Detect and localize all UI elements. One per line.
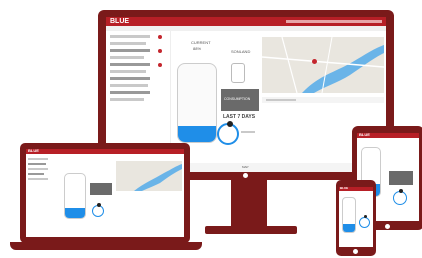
- sensor-label: SONLAND: [231, 49, 251, 54]
- phone-header: BLUE: [339, 187, 373, 191]
- phone-screen: BLUE: [339, 187, 373, 247]
- map-panel[interactable]: [262, 37, 384, 93]
- laptop-header: BLUE: [26, 149, 184, 154]
- status-badge: [158, 35, 162, 39]
- list-row[interactable]: [110, 91, 150, 94]
- laptop: BLUE: [20, 143, 190, 243]
- list-row[interactable]: [110, 98, 144, 101]
- gauge-needle-dot: [364, 215, 367, 218]
- list-row[interactable]: [110, 84, 148, 87]
- tank-vessel: [177, 63, 217, 143]
- consumption-panel: [90, 183, 112, 195]
- power-led: [243, 173, 248, 178]
- phone-tank: [342, 197, 356, 233]
- tank-water: [178, 126, 216, 142]
- status-badge: [158, 63, 162, 67]
- gauge-ring: [359, 217, 370, 228]
- home-button[interactable]: [353, 249, 358, 254]
- header-nav: [286, 20, 382, 23]
- list-row[interactable]: [110, 42, 146, 45]
- laptop-base: [10, 242, 202, 250]
- list-row[interactable]: [28, 173, 44, 175]
- tank-water: [65, 208, 85, 218]
- list-row[interactable]: [28, 158, 48, 160]
- tank-label: CURRENT: [191, 40, 211, 45]
- list-row[interactable]: [110, 70, 146, 73]
- list-row[interactable]: [110, 56, 144, 59]
- list-row[interactable]: [110, 77, 150, 80]
- consumption-label: CONSUMPTION: [224, 97, 251, 101]
- laptop-logo[interactable]: BLUE: [28, 149, 39, 153]
- list-row[interactable]: [28, 178, 48, 180]
- tank-level-text: 88%: [193, 46, 202, 51]
- consumption-panel: CONSUMPTION: [221, 89, 259, 111]
- device-list: [108, 33, 166, 118]
- map-panel[interactable]: [116, 161, 182, 191]
- tank-water: [343, 224, 355, 232]
- list-row[interactable]: [110, 63, 150, 66]
- monitor-base: [205, 226, 297, 234]
- map-svg: [262, 37, 384, 93]
- map-svg: [134, 164, 182, 191]
- phone-logo[interactable]: BLUE: [340, 187, 348, 190]
- map-pin-icon[interactable]: [312, 59, 317, 64]
- app-logo[interactable]: BLUE: [110, 18, 129, 25]
- laptop-tank: [64, 173, 86, 219]
- gauge-ring: [393, 191, 407, 205]
- list-row[interactable]: [110, 35, 150, 38]
- gauge-icon: [231, 63, 245, 83]
- tablet-header: BLUE: [357, 133, 419, 138]
- phone: BLUE: [336, 180, 376, 256]
- gauge-caption: [241, 131, 255, 133]
- gauge-needle-dot: [399, 189, 403, 193]
- list-row[interactable]: [28, 163, 46, 165]
- tablet-logo[interactable]: BLUE: [359, 133, 370, 137]
- list-row[interactable]: [28, 168, 48, 170]
- consumption-panel: [389, 171, 413, 185]
- laptop-screen: BLUE: [26, 149, 184, 237]
- gauge-needle-dot: [97, 203, 101, 207]
- gauge-needle-dot: [227, 121, 233, 127]
- app-header: BLUE: [106, 17, 386, 26]
- monitor-stand: [231, 180, 267, 228]
- home-button[interactable]: [385, 224, 390, 229]
- footer-label: MAP: [242, 165, 249, 169]
- map-row: [266, 99, 296, 101]
- period-label: LAST 7 DAYS: [223, 114, 256, 120]
- status-badge: [158, 49, 162, 53]
- list-row[interactable]: [110, 49, 150, 52]
